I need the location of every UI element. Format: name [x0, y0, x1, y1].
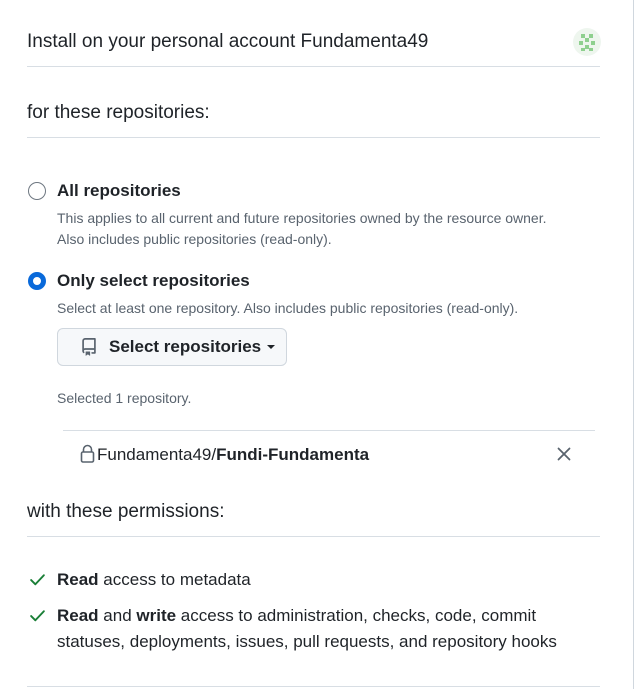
only-select-repositories-label[interactable]: Only select repositories	[57, 270, 250, 292]
permissions-section-title: with these permissions:	[27, 501, 225, 522]
only-select-repositories-radio[interactable]	[28, 272, 46, 290]
check-icon	[30, 574, 45, 586]
permissions-divider	[27, 536, 600, 537]
selected-count-text: Selected 1 repository.	[57, 390, 192, 406]
selected-repo-owner: Fundamenta49/	[97, 445, 217, 464]
only-select-repositories-description: Select at least one repository. Also inc…	[57, 300, 519, 316]
all-repositories-label[interactable]: All repositories	[57, 180, 181, 202]
permission-item-read-write: Read and write access to administration,…	[57, 603, 597, 655]
permission-scope-line1: access to administration, checks, code, …	[176, 606, 537, 625]
all-repositories-description: This applies to all current and future r…	[57, 210, 547, 226]
install-panel: Install on your personal account Fundame…	[0, 0, 634, 689]
install-target-title: Install on your personal account Fundame…	[27, 31, 429, 52]
select-repositories-button-label: Select repositories	[109, 337, 262, 356]
remove-repo-x-icon[interactable]	[555, 445, 573, 463]
repo-icon	[82, 338, 96, 356]
permission-connector: and	[98, 606, 137, 625]
permission-scope: access to metadata	[98, 570, 251, 589]
repositories-section-title: for these repositories:	[27, 102, 210, 123]
selected-repo-name: Fundi-Fundamenta	[216, 445, 370, 464]
lock-icon	[80, 444, 95, 463]
permission-level-write: write	[136, 606, 177, 625]
all-repositories-radio[interactable]	[28, 182, 46, 200]
selected-repo-row: Fundamenta49/Fundi-Fundamenta	[63, 431, 595, 477]
repositories-divider	[27, 137, 600, 138]
header-divider	[27, 66, 600, 67]
selected-repo-full-name: Fundamenta49/Fundi-Fundamenta	[97, 444, 369, 466]
permissions-bottom-divider	[27, 686, 600, 687]
select-repositories-button[interactable]: Select repositories	[57, 328, 287, 366]
account-avatar	[573, 28, 601, 56]
all-repositories-description-note: Also includes public repositories (read-…	[57, 231, 332, 247]
caret-down-icon	[267, 345, 276, 349]
permission-item-metadata: Read access to metadata	[57, 567, 597, 593]
permission-level: Read	[57, 570, 99, 589]
permission-level-read: Read	[57, 606, 99, 625]
permission-scope-line2: statuses, deployments, issues, pull requ…	[57, 632, 557, 651]
check-icon	[30, 610, 45, 622]
identicon-avatar-icon	[573, 28, 601, 56]
